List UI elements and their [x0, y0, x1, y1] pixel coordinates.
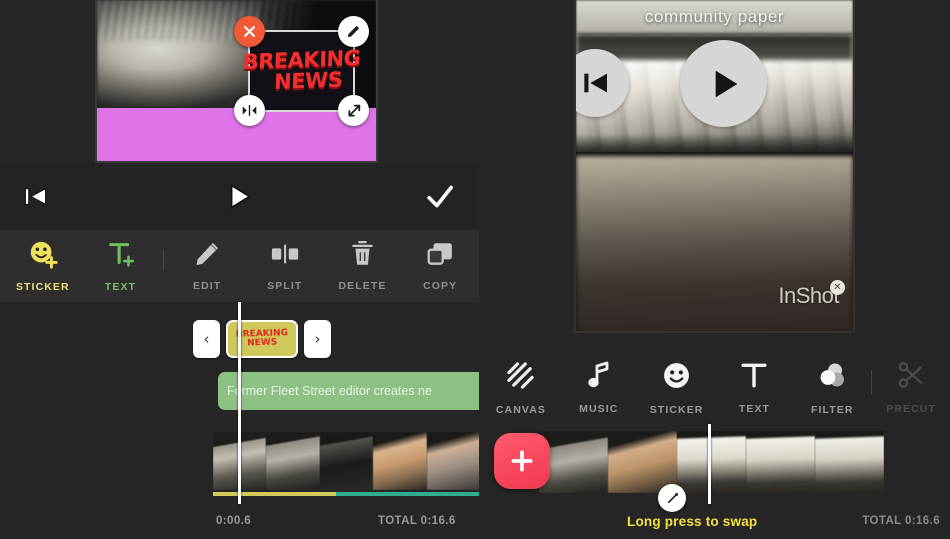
- smiley-icon: [662, 361, 691, 395]
- clip-filmstrip[interactable]: [539, 431, 884, 493]
- tool-text[interactable]: TEXT: [82, 239, 160, 293]
- text-clip-label: Former Fleet Street editor creates ne: [227, 384, 432, 398]
- sticker-artwork: BREAKING NEWS: [242, 46, 361, 94]
- caption-text: community paper: [644, 7, 785, 26]
- preview-caption: community paper: [576, 0, 853, 34]
- add-clip-button[interactable]: [494, 433, 550, 489]
- selected-sticker[interactable]: BREAKING NEWS: [234, 16, 369, 126]
- video-filmstrip[interactable]: [213, 432, 479, 490]
- right-timeline: Long press to swap TOTAL 0:16.6: [479, 424, 950, 539]
- filmstrip-frame: [426, 432, 479, 490]
- transition-button[interactable]: [658, 484, 686, 512]
- toolbar-divider: [163, 249, 165, 271]
- left-timeline: ‹ BREAKING NEWS › Former Fleet Street ed…: [0, 302, 479, 539]
- tool-delete[interactable]: DELETE: [324, 240, 402, 292]
- filmstrip-frame: [815, 431, 884, 493]
- right-video-preview[interactable]: community paper InShot ✕: [574, 0, 855, 333]
- chevron-left-icon[interactable]: ‹: [193, 320, 220, 358]
- main-editor-toolbar: CANVAS MUSIC STICKER TEXT FILTER PRECUT: [479, 352, 950, 424]
- chevron-right-icon[interactable]: ›: [304, 320, 331, 358]
- filmstrip-frame: [677, 431, 746, 493]
- text-clip[interactable]: Former Fleet Street editor creates ne: [218, 372, 479, 410]
- text-plus-icon: [106, 239, 136, 274]
- tool-label: PRECUT: [886, 403, 936, 415]
- tool-label: STICKER: [15, 281, 70, 293]
- tool-precut[interactable]: PRECUT: [872, 361, 950, 415]
- text-icon: [740, 361, 768, 394]
- tool-label: FILTER: [811, 403, 854, 416]
- tool-music[interactable]: MUSIC: [560, 361, 638, 415]
- split-icon: [270, 240, 300, 273]
- tool-sticker[interactable]: STICKER: [638, 361, 716, 416]
- total-time: TOTAL 0:16.6: [862, 515, 940, 527]
- sticker-clip-text: BREAKING NEWS: [235, 327, 289, 349]
- filmstrip-frame: [319, 432, 374, 490]
- tool-filter[interactable]: FILTER: [793, 361, 871, 416]
- left-playback-bar: [0, 163, 479, 230]
- confirm-check-icon[interactable]: [424, 181, 455, 212]
- tool-sticker[interactable]: STICKER: [4, 239, 82, 293]
- tool-label: SPLIT: [267, 280, 303, 292]
- filmstrip-frame: [608, 431, 677, 493]
- tool-label: DELETE: [338, 280, 387, 292]
- scissors-icon: [897, 361, 925, 394]
- filmstrip-frame: [266, 432, 320, 490]
- tool-label: EDIT: [192, 280, 222, 292]
- inshot-watermark: InShot ✕: [778, 280, 845, 309]
- tool-label: TEXT: [104, 281, 137, 293]
- pencil-icon[interactable]: [338, 16, 369, 47]
- pencil-icon: [193, 240, 221, 273]
- tool-copy[interactable]: COPY: [401, 240, 479, 292]
- play-icon[interactable]: [222, 180, 255, 213]
- sticker-line-2: NEWS: [273, 67, 343, 94]
- sticker-track: ‹ BREAKING NEWS ›: [193, 320, 331, 358]
- timeline-playhead[interactable]: [708, 424, 711, 504]
- tool-split[interactable]: SPLIT: [246, 240, 324, 292]
- tool-label: STICKER: [649, 403, 704, 416]
- tool-label: COPY: [423, 280, 458, 292]
- current-time: 0:00.6: [216, 515, 252, 527]
- sticker-clip-thumbnail[interactable]: BREAKING NEWS: [226, 320, 298, 358]
- sticker-edit-toolbar: STICKER TEXT EDIT SPLIT DELETE COPY: [0, 230, 479, 302]
- copy-icon: [426, 240, 454, 273]
- tool-label: MUSIC: [579, 403, 619, 415]
- swap-hint: Long press to swap: [627, 514, 758, 529]
- audio-track-bar[interactable]: [213, 492, 479, 496]
- filter-circles-icon: [817, 361, 847, 395]
- left-video-preview[interactable]: BREAKING NEWS: [95, 0, 378, 163]
- toolbar-divider: [871, 370, 873, 394]
- trash-icon: [349, 240, 376, 273]
- resize-icon[interactable]: [338, 95, 369, 126]
- tool-text[interactable]: TEXT: [716, 361, 794, 415]
- filmstrip-frame: [746, 431, 815, 493]
- timeline-playhead[interactable]: [238, 302, 241, 504]
- close-icon[interactable]: ✕: [830, 280, 845, 295]
- main-editor-screen: community paper InShot ✕ CANVAS MUSIC ST…: [479, 0, 950, 539]
- close-icon[interactable]: [234, 16, 265, 47]
- tool-edit[interactable]: EDIT: [168, 240, 246, 292]
- tool-canvas[interactable]: CANVAS: [482, 361, 560, 416]
- music-note-icon: [585, 361, 613, 394]
- tool-label: CANVAS: [495, 403, 546, 416]
- left-status-bar: 0:00.6 TOTAL 0:16.6: [0, 513, 479, 529]
- sticker-edit-screen: BREAKING NEWS STICKER TEXT EDIT SPLIT DE…: [0, 0, 479, 539]
- filmstrip-frame: [373, 432, 427, 490]
- total-time: TOTAL 0:16.6: [378, 515, 456, 527]
- flip-horizontal-icon[interactable]: [234, 95, 265, 126]
- tool-label: TEXT: [738, 403, 771, 415]
- canvas-icon: [506, 361, 535, 395]
- audio-track-segment: [213, 492, 336, 496]
- rewind-icon[interactable]: [22, 183, 49, 210]
- play-icon[interactable]: [680, 40, 767, 127]
- smiley-plus-icon: [28, 239, 58, 274]
